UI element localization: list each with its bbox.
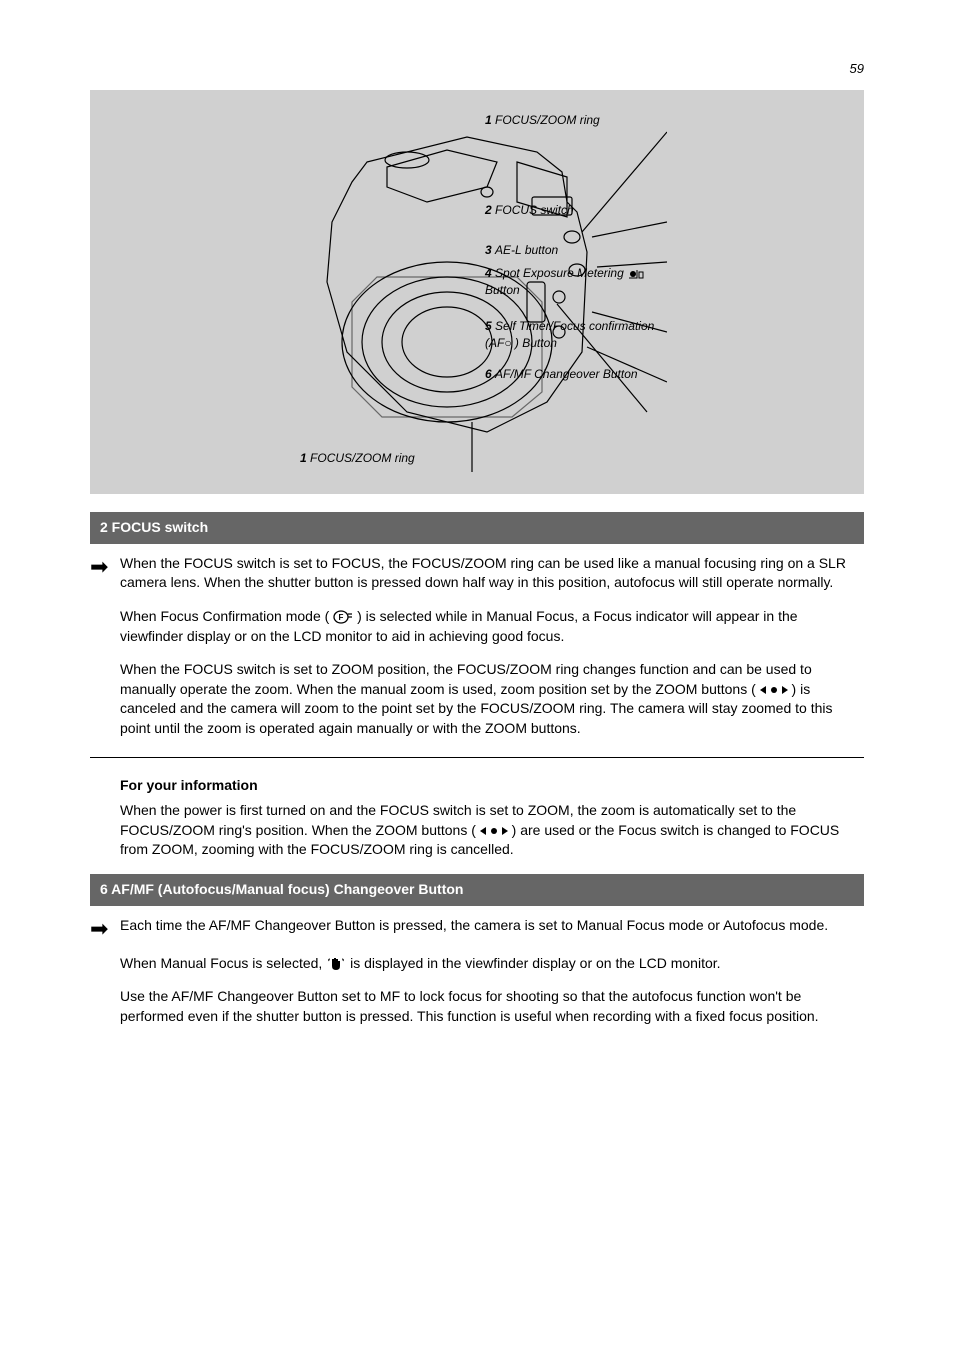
manual-focus-icon <box>326 956 346 972</box>
callout-num: 3 <box>485 243 492 257</box>
section1-para3: When the FOCUS switch is set to ZOOM pos… <box>120 660 864 738</box>
divider <box>90 757 864 758</box>
callout-num: 6 <box>485 367 492 381</box>
arrow-icon: ➡ <box>90 916 120 940</box>
callout-sublabel: Button <box>485 282 645 299</box>
callout-label: FOCUS switch <box>495 203 574 217</box>
callout-label: AE-L button <box>495 243 558 257</box>
callout-focus-zoom-ring: 1 FOCUS/ZOOM ring <box>485 112 600 129</box>
callout-num: 1 <box>300 451 307 465</box>
section1-para2: When Focus Confirmation mode ( F ) is se… <box>120 607 864 646</box>
page-number: 59 <box>90 60 864 78</box>
callout-label: Self Timer/Focus confirmation <box>495 319 654 333</box>
focus-confirm-icon: F <box>333 609 353 625</box>
svg-text:F: F <box>339 613 344 622</box>
callout-num: 4 <box>485 266 492 280</box>
section-heading-af-mf: 6 AF/MF (Autofocus/Manual focus) Changeo… <box>90 874 864 906</box>
callout-label: AF/MF Changeover Button <box>495 367 638 381</box>
callout-label: FOCUS/ZOOM ring <box>495 113 600 127</box>
callout-label: FOCUS/ZOOM ring <box>310 451 415 465</box>
para2-a: When Manual Focus is selected, <box>120 955 322 971</box>
callout-af-mf: 6 AF/MF Changeover Button <box>485 366 638 383</box>
section2-para3: Use the AF/MF Changeover Button set to M… <box>120 987 864 1026</box>
info-heading: For your information <box>120 777 258 793</box>
callout-spot-metering: 4 Spot Exposure Metering Button <box>485 265 645 299</box>
callout-ae-l: 3 AE-L button <box>485 242 558 259</box>
camera-diagram-box: 1 FOCUS/ZOOM ring 2 FOCUS switch 3 AE-L … <box>90 90 864 494</box>
callout-num: 1 <box>485 113 492 127</box>
spot-meter-icon <box>627 268 645 280</box>
section2-para1-row: ➡ Each time the AF/MF Changeover Button … <box>90 916 864 940</box>
zoom-buttons-icon <box>760 685 788 695</box>
info-body: When the power is first turned on and th… <box>120 801 864 860</box>
section2-para1: Each time the AF/MF Changeover Button is… <box>120 916 864 936</box>
arrow-icon: ➡ <box>90 554 120 578</box>
info-block: For your information When the power is f… <box>120 776 864 860</box>
callout-self-timer: 5 Self Timer/Focus confirmation (AF○ ) B… <box>485 318 654 352</box>
callout-focus-switch: 2 FOCUS switch <box>485 202 574 219</box>
section2-para2: When Manual Focus is selected, is displa… <box>120 954 864 974</box>
para2-b: is displayed in the viewfinder display o… <box>350 955 720 971</box>
zoom-buttons-icon <box>480 826 508 836</box>
para2-a: When Focus Confirmation mode ( <box>120 608 329 624</box>
callout-num: 5 <box>485 319 492 333</box>
section1-para1-row: ➡ When the FOCUS switch is set to FOCUS,… <box>90 554 864 593</box>
section-heading-focus-switch: 2 FOCUS switch <box>90 512 864 544</box>
para3-a: When the FOCUS switch is set to ZOOM pos… <box>120 661 812 697</box>
section1-para1: When the FOCUS switch is set to FOCUS, t… <box>120 554 864 593</box>
callout-num: 2 <box>485 203 492 217</box>
callout-label: Spot Exposure Metering <box>495 266 624 280</box>
callout-sublabel: (AF○ ) Button <box>485 335 654 352</box>
callout-focus-zoom-ring-bottom: 1 FOCUS/ZOOM ring <box>300 450 415 467</box>
